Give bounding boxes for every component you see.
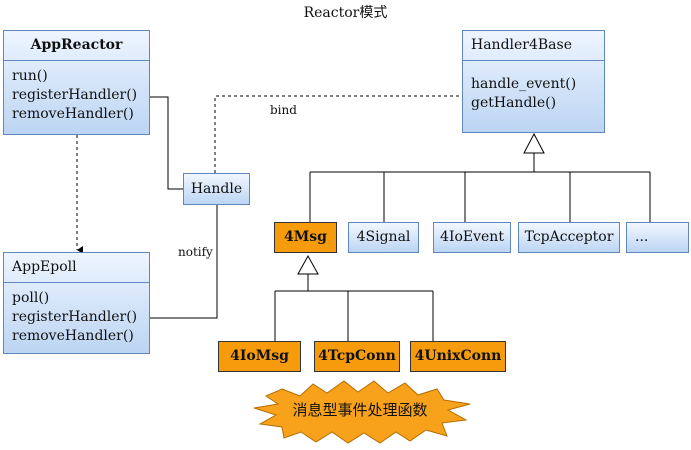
class-more: ... <box>626 222 689 253</box>
method-run: run() <box>12 68 48 84</box>
method-register-handler: registerHandler() <box>12 309 138 325</box>
bind-dashed-line <box>214 95 462 173</box>
handle-node: Handle <box>183 173 250 205</box>
class-4signal: 4Signal <box>348 222 419 253</box>
app-epoll-class: AppEpoll poll() registerHandler() remove… <box>3 252 150 354</box>
method-register-handler: registerHandler() <box>12 87 138 103</box>
callout-text: 消息型事件处理函数 <box>292 401 428 419</box>
method-poll: poll() <box>12 290 50 306</box>
app-reactor-name: AppReactor <box>4 31 149 61</box>
method-remove-handler: removeHandler() <box>12 328 134 344</box>
reactor-handle-line <box>150 96 183 190</box>
inheritance-triangle-base <box>523 132 545 154</box>
app-reactor-class: AppReactor run() registerHandler() remov… <box>3 30 150 135</box>
method-get-handle: getHandle() <box>471 95 557 111</box>
bind-label: bind <box>270 103 297 117</box>
class-4unixconn: 4UnixConn <box>410 341 506 372</box>
class-4tcpconn: 4TcpConn <box>314 341 400 372</box>
class-tcpacceptor: TcpAcceptor <box>518 222 620 253</box>
method-handle-event: handle_event() <box>471 76 577 92</box>
method-remove-handler: removeHandler() <box>12 106 134 122</box>
notify-line <box>150 205 218 319</box>
app-epoll-name: AppEpoll <box>4 253 149 283</box>
handler-base-name: Handler4Base <box>463 31 604 61</box>
handler-base-class: Handler4Base handle_event() getHandle() <box>462 30 605 133</box>
notify-label: notify <box>178 245 213 259</box>
inheritance-triangle-msg <box>297 254 319 275</box>
class-4ioevent: 4IoEvent <box>433 222 511 253</box>
class-4msg: 4Msg <box>274 222 337 253</box>
class-4iomsg: 4IoMsg <box>218 341 301 372</box>
